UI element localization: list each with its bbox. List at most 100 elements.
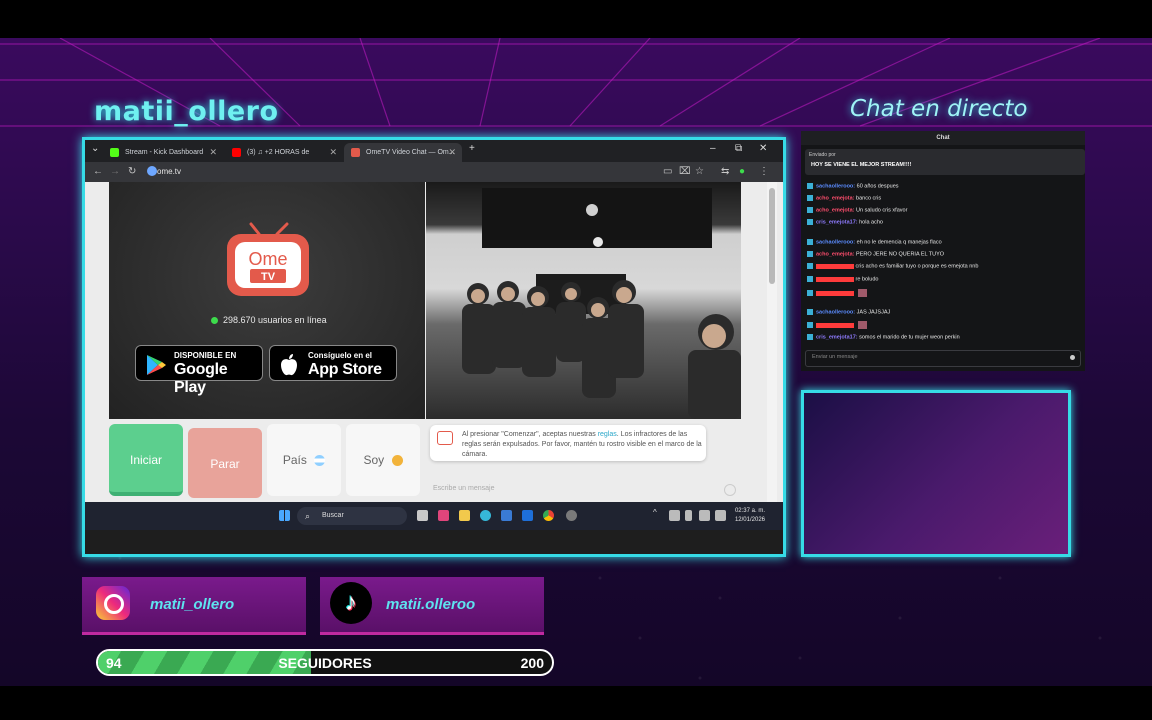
chat-username[interactable]: sachaollerooo: bbox=[816, 309, 855, 315]
close-window-icon[interactable]: ✕ bbox=[759, 143, 767, 154]
tab-close-icon[interactable]: ✕ bbox=[209, 143, 217, 162]
google-play-big: Google Play bbox=[174, 361, 228, 396]
tab-kick-dashboard[interactable]: Stream - Kick Dashboard ✕ bbox=[103, 143, 223, 162]
tab-youtube[interactable]: (3) ♫ +2 HORAS de REGGAE... ✕ bbox=[225, 143, 343, 175]
edge-icon[interactable] bbox=[480, 510, 491, 521]
chat-username[interactable] bbox=[816, 263, 854, 269]
rules-link[interactable]: reglas bbox=[598, 431, 617, 438]
translate-icon[interactable]: ⌧ bbox=[679, 166, 691, 177]
scrollbar-thumb[interactable] bbox=[769, 188, 775, 284]
volume-icon[interactable] bbox=[715, 510, 726, 521]
minimize-icon[interactable]: – bbox=[710, 143, 716, 154]
rules-notice: Al presionar "Comenzar", aceptas nuestra… bbox=[430, 425, 706, 461]
chat-username[interactable] bbox=[816, 322, 854, 328]
rules-camera-icon bbox=[437, 431, 453, 445]
chat-username[interactable]: sachaollerooo: bbox=[816, 239, 855, 245]
chat-input[interactable]: Enviar un mensaje bbox=[805, 350, 1081, 367]
chat-username[interactable] bbox=[816, 290, 854, 296]
back-icon[interactable]: ← bbox=[93, 166, 103, 177]
instagram-icon bbox=[96, 586, 130, 620]
bookmark-star-icon[interactable]: ☆ bbox=[695, 166, 704, 177]
chat-message: sachaollerooo: 60 años despues bbox=[807, 183, 899, 189]
chat-message bbox=[807, 321, 867, 329]
chat-username[interactable] bbox=[816, 276, 854, 282]
chat-username[interactable]: cris_emejota17: bbox=[816, 334, 858, 340]
chat-message bbox=[807, 289, 867, 297]
kick-icon bbox=[110, 148, 119, 157]
mail-icon[interactable] bbox=[522, 510, 533, 521]
windows-start-icon[interactable] bbox=[279, 510, 290, 521]
chat-username[interactable]: acho_emejota: bbox=[816, 195, 855, 201]
emoji-icon[interactable] bbox=[724, 484, 736, 496]
emote-icon bbox=[858, 321, 867, 329]
tab-list-chevron-icon[interactable]: ⌄ bbox=[91, 143, 99, 154]
google-play-button[interactable]: DISPONIBLE EN Google Play bbox=[135, 345, 263, 396]
chat-message: cris acho es familiar tuyo o porque es e… bbox=[807, 263, 978, 269]
kick-chat-panel: Chat Enviado por HOY SE VIENE EL MEJOR S… bbox=[801, 131, 1085, 371]
tiktok-icon: ♪ bbox=[330, 582, 372, 624]
online-dot-icon bbox=[211, 317, 218, 325]
new-tab-icon[interactable]: + bbox=[469, 143, 475, 154]
chat-username[interactable]: acho_emejota: bbox=[816, 251, 855, 257]
chat-username[interactable]: sachaollerooo: bbox=[816, 183, 855, 189]
chat-message: acho_emejota: banco cris bbox=[807, 195, 881, 201]
restore-icon[interactable]: ⧉ bbox=[735, 143, 742, 154]
instagram-badge: matii_ollero bbox=[82, 577, 306, 635]
clock-date: 12/01/2026 bbox=[734, 517, 765, 523]
taskbar-search-placeholder: Buscar bbox=[322, 512, 344, 519]
chat-username[interactable]: acho_emejota: bbox=[816, 207, 855, 213]
chat-input-placeholder: Enviar un mensaje bbox=[812, 354, 858, 360]
chat-message: cris_emejota17: somos el marido de tu mu… bbox=[807, 334, 960, 340]
google-play-icon bbox=[147, 355, 166, 375]
chat-text: eh no le demencia q manejas flaco bbox=[855, 239, 942, 246]
obs-icon[interactable] bbox=[566, 510, 577, 521]
tiktok-badge: ♪ matii.olleroo bbox=[320, 577, 544, 635]
chat-text: banco cris bbox=[854, 195, 882, 202]
gender-button[interactable]: Soy bbox=[346, 424, 420, 496]
url-field[interactable]: ome.tv bbox=[157, 167, 181, 176]
chrome-icon[interactable] bbox=[543, 510, 554, 521]
tab-close-icon[interactable]: ✕ bbox=[448, 143, 456, 162]
app-icon[interactable] bbox=[438, 510, 449, 521]
stop-button[interactable]: Parar bbox=[188, 428, 262, 498]
send-icon[interactable] bbox=[1070, 355, 1075, 360]
profile-icon[interactable]: ● bbox=[739, 166, 745, 177]
user-badge-icon bbox=[807, 263, 813, 269]
chat-text: cris acho es familiar tuyo o porque es e… bbox=[854, 263, 979, 270]
chat-username[interactable]: cris_emejota17: bbox=[816, 219, 858, 225]
display-icon[interactable] bbox=[699, 510, 710, 521]
store-icon[interactable] bbox=[501, 510, 512, 521]
tab-label: OmeTV Video Chat — Om... bbox=[366, 149, 455, 156]
start-button[interactable]: Iniciar bbox=[109, 424, 183, 496]
network-icon[interactable] bbox=[669, 510, 680, 521]
country-button[interactable]: País bbox=[267, 424, 341, 496]
message-input[interactable]: Escribe un mensaje bbox=[430, 482, 740, 498]
user-badge-icon bbox=[807, 334, 813, 340]
forward-icon[interactable]: → bbox=[110, 166, 120, 177]
file-explorer-icon[interactable] bbox=[459, 510, 470, 521]
reload-icon[interactable]: ↻ bbox=[128, 166, 136, 177]
chat-text: Un saludo cris xfavor bbox=[854, 207, 908, 214]
chat-message: sachaollerooo: eh no le demencia q manej… bbox=[807, 239, 942, 245]
face-emoji-icon bbox=[391, 455, 403, 467]
chat-header: Chat bbox=[801, 131, 1085, 145]
chat-text: JAS JAJSJAJ bbox=[855, 309, 891, 316]
gender-label: Soy bbox=[363, 453, 385, 467]
tab-close-icon[interactable]: ✕ bbox=[329, 143, 337, 162]
webcam-frame bbox=[801, 390, 1071, 557]
site-info-icon[interactable] bbox=[147, 166, 157, 176]
tab-ometv[interactable]: OmeTV Video Chat — Om... ✕ bbox=[344, 143, 462, 162]
taskbar-search[interactable]: ⌕ Buscar bbox=[297, 507, 407, 525]
microphone-icon[interactable] bbox=[685, 510, 692, 521]
user-badge-icon bbox=[807, 195, 813, 201]
screencast-icon[interactable]: ▭ bbox=[663, 166, 672, 177]
browser-menu-icon[interactable]: ⋮ bbox=[759, 166, 769, 177]
page-scrollbar[interactable] bbox=[767, 182, 777, 502]
follower-label: SEGUIDORES bbox=[278, 655, 372, 671]
tray-chevron-icon[interactable]: ^ bbox=[653, 508, 664, 519]
ometv-logo: Ome TV bbox=[227, 222, 309, 296]
task-view-icon[interactable] bbox=[417, 510, 428, 521]
extensions-icon[interactable]: ⇆ bbox=[721, 166, 729, 177]
taskbar-clock[interactable]: 02:37 a. m. 12/01/2026 bbox=[735, 507, 765, 525]
app-store-button[interactable]: Consíguelo en el App Store bbox=[269, 345, 397, 381]
